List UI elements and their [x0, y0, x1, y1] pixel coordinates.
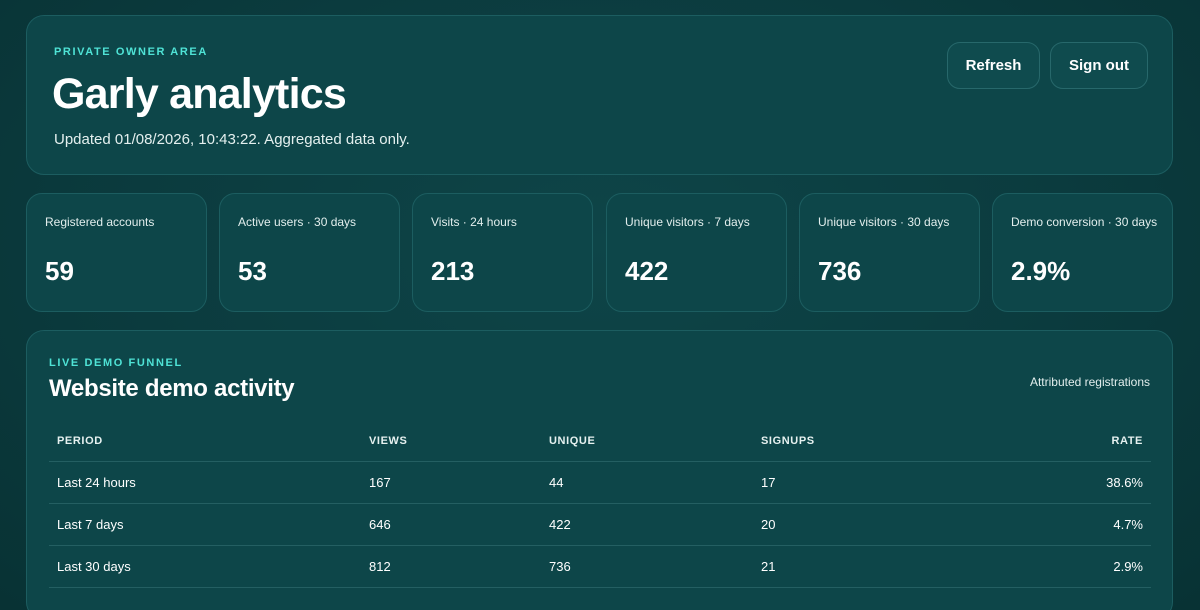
stat-label: Visits · 24 hours: [431, 215, 517, 229]
table-row: Last 24 hours 167 44 17 38.6%: [49, 462, 1151, 504]
updated-timestamp: Updated 01/08/2026, 10:43:22. Aggregated…: [54, 131, 410, 148]
stat-label: Unique visitors · 7 days: [625, 215, 750, 229]
period-cell: Last 7 days: [57, 517, 124, 532]
stat-value: 53: [238, 256, 267, 286]
rate-cell: 2.9%: [1113, 559, 1143, 574]
column-header-signups: SIGNUPS: [761, 435, 815, 447]
stat-card-demo-conversion: Demo conversion · 30 days 2.9%: [992, 193, 1173, 312]
unique-cell: 422: [549, 517, 571, 532]
table-row: Last 7 days 646 422 20 4.7%: [49, 504, 1151, 546]
views-cell: 646: [369, 517, 391, 532]
signups-cell: 20: [761, 517, 776, 532]
page-title: Garly analytics: [52, 70, 347, 118]
stat-label: Active users · 30 days: [238, 215, 357, 229]
period-cell: Last 24 hours: [57, 475, 136, 490]
header-card: PRIVATE OWNER AREA Garly analytics Updat…: [26, 15, 1173, 175]
stat-label: Demo conversion · 30 days: [1011, 215, 1158, 229]
views-cell: 167: [369, 475, 391, 490]
funnel-table: PERIOD VIEWS UNIQUE SIGNUPS RATE Last 24…: [49, 421, 1151, 588]
stat-value: 2.9%: [1011, 256, 1071, 286]
attributed-registrations-label: Attributed registrations: [1029, 375, 1150, 389]
table-row: Last 30 days 812 736 21 2.9%: [49, 546, 1151, 588]
stat-card-unique-visitors-7d: Unique visitors · 7 days 422: [606, 193, 787, 312]
refresh-button[interactable]: Refresh: [947, 42, 1040, 89]
column-header-period: PERIOD: [57, 435, 103, 447]
sign-out-button[interactable]: Sign out: [1050, 42, 1148, 89]
stat-card-visits-24h: Visits · 24 hours 213: [412, 193, 593, 312]
owner-area-eyebrow: PRIVATE OWNER AREA: [54, 46, 208, 58]
stat-label: Registered accounts: [45, 215, 155, 229]
period-cell: Last 30 days: [57, 559, 131, 574]
stat-label: Unique visitors · 30 days: [818, 215, 950, 229]
stat-value: 213: [431, 256, 475, 286]
signups-cell: 21: [761, 559, 776, 574]
views-cell: 812: [369, 559, 391, 574]
rate-cell: 38.6%: [1106, 475, 1143, 490]
funnel-title: Website demo activity: [49, 375, 295, 402]
stat-card-active-users: Active users · 30 days 53: [219, 193, 400, 312]
stat-value: 422: [625, 256, 669, 286]
column-header-views: VIEWS: [369, 435, 408, 447]
stat-card-registered-accounts: Registered accounts 59: [26, 193, 207, 312]
rate-cell: 4.7%: [1113, 517, 1143, 532]
stat-value: 736: [818, 256, 862, 286]
signups-cell: 17: [761, 475, 776, 490]
demo-funnel-card: LIVE DEMO FUNNEL Website demo activity A…: [26, 330, 1173, 610]
column-header-rate: RATE: [1111, 435, 1143, 447]
stat-value: 59: [45, 256, 74, 286]
unique-cell: 736: [549, 559, 571, 574]
stat-card-unique-visitors-30d: Unique visitors · 30 days 736: [799, 193, 980, 312]
funnel-eyebrow: LIVE DEMO FUNNEL: [49, 357, 183, 369]
table-header-row: PERIOD VIEWS UNIQUE SIGNUPS RATE: [49, 421, 1151, 462]
unique-cell: 44: [549, 475, 564, 490]
column-header-unique: UNIQUE: [549, 435, 596, 447]
